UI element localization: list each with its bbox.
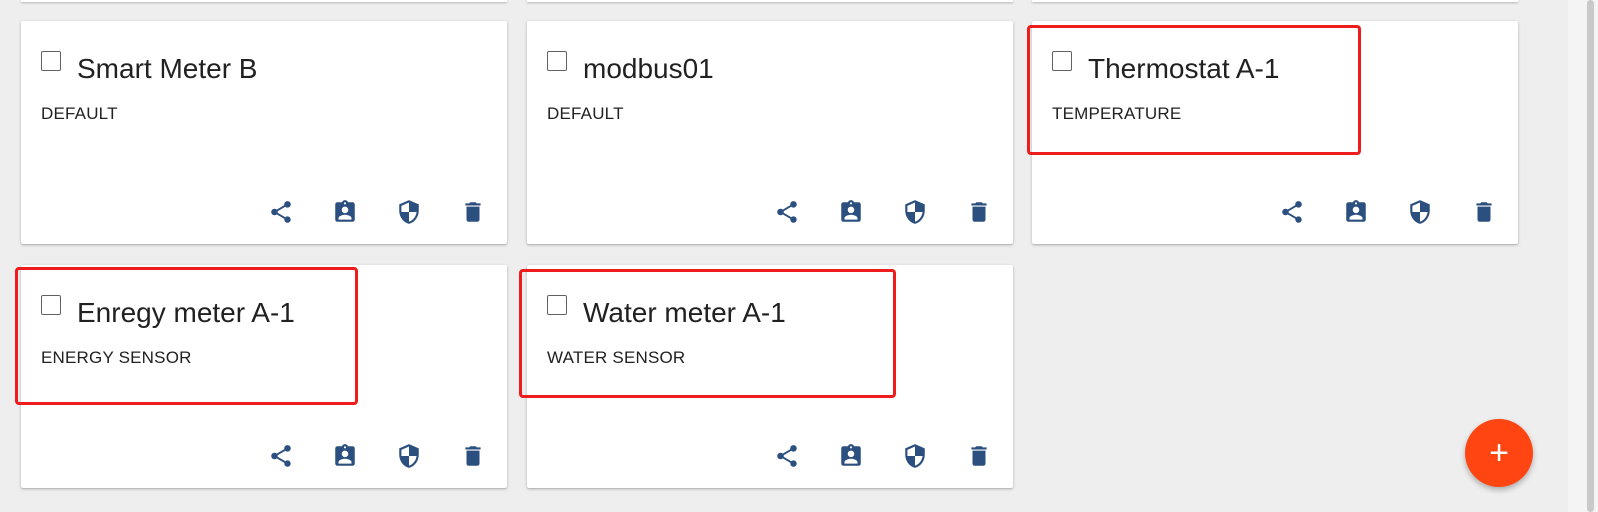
delete-button[interactable] — [1468, 196, 1500, 228]
assignment-icon — [841, 444, 861, 466]
plus-icon: + — [1489, 434, 1509, 472]
device-name: Water meter A-1 — [583, 297, 786, 328]
card-top-edge — [1032, 0, 1518, 2]
assignment-icon — [1346, 200, 1366, 222]
share-button[interactable] — [1276, 196, 1308, 228]
card-actions — [265, 440, 489, 472]
card-actions — [1276, 196, 1500, 228]
select-checkbox[interactable] — [41, 295, 61, 315]
device-name: modbus01 — [583, 53, 714, 84]
share-icon — [271, 201, 291, 223]
card-top-edge — [527, 0, 1013, 2]
share-button[interactable] — [265, 440, 297, 472]
security-icon — [399, 200, 419, 224]
card-actions — [771, 196, 995, 228]
delete-button[interactable] — [963, 440, 995, 472]
credentials-button[interactable] — [1404, 196, 1436, 228]
assign-button[interactable] — [835, 196, 867, 228]
device-name: Thermostat A-1 — [1088, 53, 1280, 84]
device-card: Smart Meter B DEFAULT — [21, 21, 507, 244]
assignment-icon — [335, 200, 355, 222]
share-icon — [777, 445, 797, 467]
select-checkbox[interactable] — [547, 295, 567, 315]
delete-icon — [1476, 202, 1492, 222]
credentials-button[interactable] — [393, 440, 425, 472]
device-type: WATER SENSOR — [547, 348, 686, 367]
device-type: TEMPERATURE — [1052, 104, 1182, 123]
scrollbar-thumb[interactable] — [1587, 0, 1594, 512]
security-icon — [1410, 200, 1430, 224]
card-actions — [771, 440, 995, 472]
credentials-button[interactable] — [899, 196, 931, 228]
delete-button[interactable] — [963, 196, 995, 228]
credentials-button[interactable] — [393, 196, 425, 228]
share-icon — [1282, 201, 1302, 223]
assignment-icon — [841, 200, 861, 222]
assign-button[interactable] — [835, 440, 867, 472]
add-device-button[interactable]: + — [1465, 419, 1533, 487]
select-checkbox[interactable] — [1052, 51, 1072, 71]
device-type: ENERGY SENSOR — [41, 348, 192, 367]
device-card: modbus01 DEFAULT — [527, 21, 1013, 244]
assign-button[interactable] — [1340, 196, 1372, 228]
card-actions — [265, 196, 489, 228]
assign-button[interactable] — [329, 440, 361, 472]
security-icon — [399, 444, 419, 468]
share-button[interactable] — [771, 196, 803, 228]
share-button[interactable] — [771, 440, 803, 472]
share-icon — [777, 201, 797, 223]
device-type: DEFAULT — [547, 104, 624, 123]
security-icon — [905, 444, 925, 468]
card-top-edge — [21, 0, 507, 2]
device-type: DEFAULT — [41, 104, 118, 123]
device-card: Thermostat A-1 TEMPERATURE — [1032, 21, 1518, 244]
delete-icon — [971, 446, 987, 466]
delete-icon — [465, 446, 481, 466]
security-icon — [905, 200, 925, 224]
device-name: Smart Meter B — [77, 53, 258, 84]
device-card: Water meter A-1 WATER SENSOR — [527, 265, 1013, 488]
select-checkbox[interactable] — [547, 51, 567, 71]
select-checkbox[interactable] — [41, 51, 61, 71]
assignment-icon — [335, 444, 355, 466]
delete-icon — [465, 202, 481, 222]
credentials-button[interactable] — [899, 440, 931, 472]
device-name: Enregy meter A-1 — [77, 297, 295, 328]
share-icon — [271, 445, 291, 467]
share-button[interactable] — [265, 196, 297, 228]
device-card: Enregy meter A-1 ENERGY SENSOR — [21, 265, 507, 488]
assign-button[interactable] — [329, 196, 361, 228]
delete-button[interactable] — [457, 440, 489, 472]
scrollbar[interactable] — [1568, 0, 1598, 512]
delete-button[interactable] — [457, 196, 489, 228]
delete-icon — [971, 202, 987, 222]
